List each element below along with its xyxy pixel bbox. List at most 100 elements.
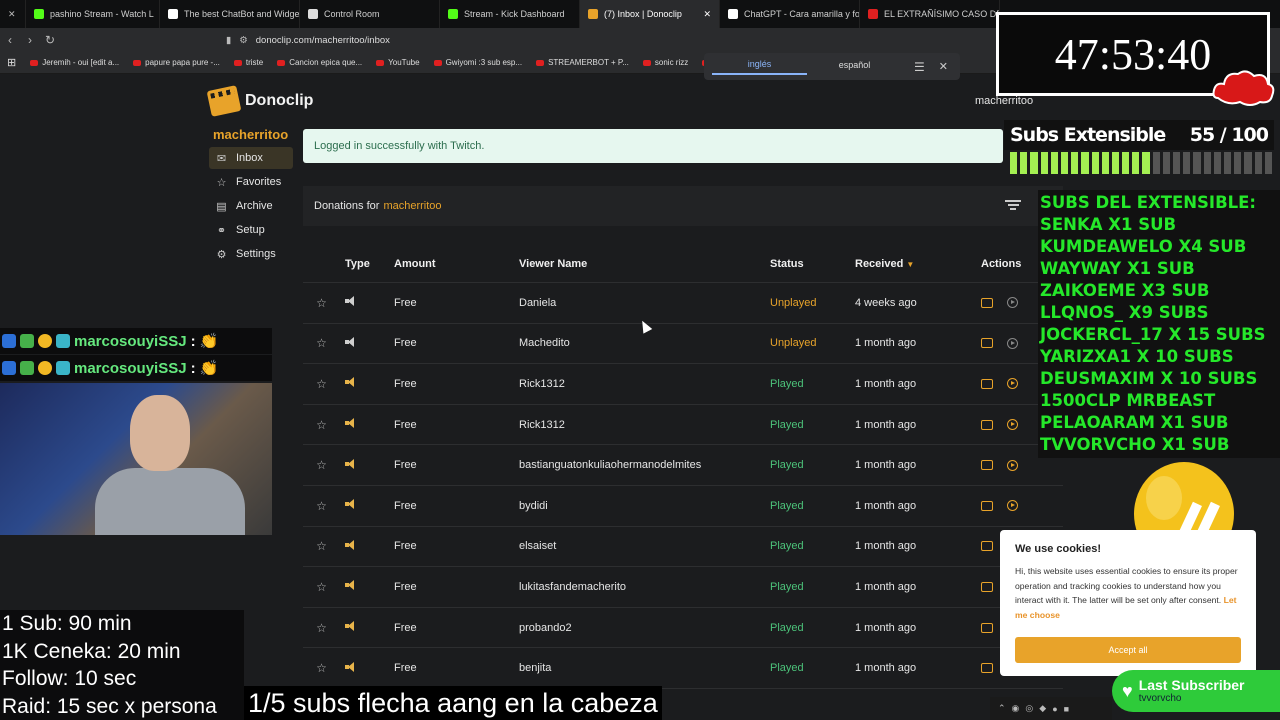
table-row[interactable]: ☆ Free bydidi Played 1 month ago <box>303 486 1063 527</box>
clip-edit-icon[interactable] <box>981 622 993 633</box>
tab-favicon-icon <box>728 9 738 19</box>
sidebar-item-setup[interactable]: ⚭ Setup <box>209 219 293 241</box>
browser-tab[interactable]: EL EXTRAÑÍSIMO CASO DE N <box>860 0 1000 28</box>
youtube-icon <box>376 59 385 66</box>
bookmark-icon[interactable]: ▮ <box>226 35 231 46</box>
bookmark-item[interactable]: Jeremih - oui [edit a... <box>23 58 126 67</box>
type-cell <box>340 458 394 472</box>
tray-app-icon[interactable]: ◎ <box>1025 703 1033 714</box>
chat-username: marcosouyiSSJ <box>74 359 187 377</box>
bookmark-item[interactable]: sonic rizz <box>636 58 695 67</box>
progress-segment <box>1152 152 1160 174</box>
user-menu[interactable]: macherritoo <box>975 95 1033 107</box>
table-row[interactable]: ☆ Free Rick1312 Played 1 month ago <box>303 405 1063 446</box>
table-row[interactable]: ☆ Free Machedito Unplayed 1 month ago <box>303 324 1063 365</box>
sidebar-item-inbox[interactable]: ✉ Inbox <box>209 147 293 169</box>
bookmark-item[interactable]: Cancion epica que... <box>270 58 369 67</box>
favorite-star-icon[interactable]: ☆ <box>303 580 340 594</box>
favorite-star-icon[interactable]: ☆ <box>303 458 340 472</box>
clip-edit-icon[interactable] <box>981 663 993 674</box>
accept-all-button[interactable]: Accept all <box>1015 637 1241 663</box>
status-cell: Played <box>770 662 804 675</box>
favorite-star-icon[interactable]: ☆ <box>303 377 340 391</box>
clip-edit-icon[interactable] <box>981 419 993 430</box>
tab-audio-toggle[interactable]: ✕ <box>0 0 26 28</box>
bookmark-label: papure papa pure -... <box>145 58 220 67</box>
browser-tab[interactable]: ChatGPT - Cara amarilla y foc <box>720 0 860 28</box>
clip-edit-icon[interactable] <box>981 460 993 471</box>
clip-edit-icon[interactable] <box>981 378 993 389</box>
favorite-star-icon[interactable]: ☆ <box>303 499 340 513</box>
status-cell: Played <box>770 418 804 431</box>
play-icon[interactable] <box>1007 419 1018 431</box>
table-row[interactable]: ☆ Free probando2 Played 1 month ago <box>303 608 1063 649</box>
browser-tab[interactable]: (7) Inbox | Donoclip ✕ <box>580 0 720 28</box>
subs-list-item: ZAIKOEME X3 SUB <box>1040 281 1210 300</box>
tray-app-icon[interactable]: ◆ <box>1039 703 1046 714</box>
clip-edit-icon[interactable] <box>981 338 993 349</box>
bookmark-item[interactable]: triste <box>227 58 270 67</box>
site-info-icon[interactable]: ⚙ <box>239 35 248 46</box>
channel-name: macherritoo <box>213 127 289 142</box>
table-row[interactable]: ☆ Free bastianguatonkuliaohermanodelmite… <box>303 445 1063 486</box>
tab-close-icon[interactable]: ✕ <box>703 9 711 20</box>
favorite-star-icon[interactable]: ☆ <box>303 418 340 432</box>
clip-edit-icon[interactable] <box>981 541 993 552</box>
webcam-person-body <box>95 468 245 535</box>
url-field[interactable]: ▮ ⚙ donoclip.com/macherritoo/inbox <box>226 32 1006 48</box>
menu-icon[interactable]: ☰ <box>914 60 925 74</box>
table-row[interactable]: ☆ Free lukitasfandemacherito Played 1 mo… <box>303 567 1063 608</box>
tray-app-icon[interactable]: ● <box>1052 704 1057 714</box>
table-row[interactable]: ☆ Free Rick1312 Played 1 month ago <box>303 364 1063 405</box>
tab-favicon-icon <box>168 9 178 19</box>
play-icon[interactable] <box>1007 459 1018 471</box>
browser-tab[interactable]: The best ChatBot and Widget <box>160 0 300 28</box>
translate-lang-target[interactable]: español <box>807 60 902 74</box>
forward-icon[interactable]: › <box>20 33 40 47</box>
received-cell: 1 month ago <box>855 337 917 350</box>
tray-app-icon[interactable]: ◉ <box>1012 703 1020 714</box>
bookmark-item[interactable]: papure papa pure -... <box>126 58 227 67</box>
table-row[interactable]: ☆ Free elsaiset Played 1 month ago <box>303 527 1063 568</box>
favorite-star-icon[interactable]: ☆ <box>303 296 340 310</box>
close-icon[interactable]: ✕ <box>939 60 948 73</box>
status-cell: Played <box>770 621 804 634</box>
bookmark-item[interactable]: STREAMERBOT + P... <box>529 58 636 67</box>
play-icon[interactable] <box>1007 378 1018 390</box>
amount-cell: Free <box>394 580 417 593</box>
clip-edit-icon[interactable] <box>981 581 993 592</box>
sidebar-item-settings[interactable]: ⚙ Settings <box>209 243 293 265</box>
play-icon[interactable] <box>1007 337 1018 349</box>
progress-segment <box>1101 152 1109 174</box>
back-icon[interactable]: ‹ <box>0 33 20 47</box>
reload-icon[interactable]: ↻ <box>40 33 60 47</box>
tab-favicon-icon <box>588 9 598 19</box>
play-icon[interactable] <box>1007 500 1018 512</box>
table-row[interactable]: ☆ Free benjita Played 1 month ago <box>303 648 1063 689</box>
favorite-star-icon[interactable]: ☆ <box>303 661 340 675</box>
favorite-star-icon[interactable]: ☆ <box>303 621 340 635</box>
sidebar-item-archive[interactable]: ▤ Archive <box>209 195 293 217</box>
apps-icon[interactable]: ⊞ <box>0 56 23 69</box>
browser-tab[interactable]: Control Room <box>300 0 440 28</box>
subs-list: SUBS DEL EXTENSIBLE: SENKA X1 SUB KUMDEAWE… <box>1038 190 1280 458</box>
sidebar-item-favorites[interactable]: ☆ Favorites <box>209 171 293 193</box>
favorite-star-icon[interactable]: ☆ <box>303 539 340 553</box>
table-row[interactable]: ☆ Free Daniela Unplayed 4 weeks ago <box>303 283 1063 324</box>
viewer-cell: Daniela <box>519 296 557 309</box>
donations-channel: macherritoo <box>383 200 442 212</box>
tray-chevron-icon[interactable]: ⌃ <box>998 703 1006 714</box>
browser-tab[interactable]: Stream - Kick Dashboard <box>440 0 580 28</box>
header-received[interactable]: Received ▼ <box>855 258 981 270</box>
clip-edit-icon[interactable] <box>981 297 993 308</box>
filter-icon[interactable] <box>1005 198 1021 212</box>
favorite-star-icon[interactable]: ☆ <box>303 336 340 350</box>
bookmark-item[interactable]: YouTube <box>369 58 426 67</box>
play-icon[interactable] <box>1007 297 1018 309</box>
donoclip-logo[interactable]: Donoclip <box>206 85 313 117</box>
translate-lang-source[interactable]: inglés <box>712 59 807 75</box>
clip-edit-icon[interactable] <box>981 500 993 511</box>
tray-app-icon[interactable]: ■ <box>1064 704 1069 714</box>
bookmark-item[interactable]: Gwiyomi :3 sub esp... <box>427 58 529 67</box>
browser-tab[interactable]: pashino Stream - Watch L <box>26 0 160 28</box>
